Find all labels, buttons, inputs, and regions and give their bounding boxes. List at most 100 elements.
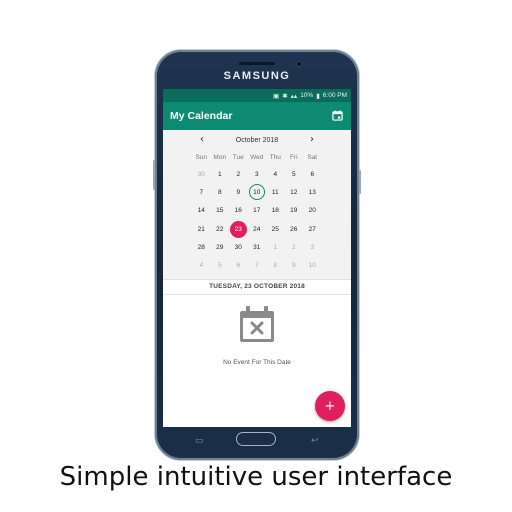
day-number: 11 — [271, 188, 279, 196]
day-number: 4 — [199, 262, 204, 270]
calendar-day[interactable]: 1 — [211, 165, 230, 183]
calendar-day[interactable]: 17 — [248, 202, 267, 220]
calendar-day[interactable]: 8 — [211, 183, 230, 201]
day-number: 1 — [273, 243, 278, 251]
calendar-day[interactable]: 19 — [285, 202, 304, 220]
app-title: My Calendar — [170, 110, 233, 122]
recent-apps-icon: ▭ — [195, 436, 204, 446]
brand-logo: SAMSUNG — [223, 70, 291, 82]
day-number: 7 — [199, 188, 204, 196]
calendar-day[interactable]: 10 — [248, 183, 267, 201]
day-number: 16 — [234, 207, 242, 215]
caption: Simple intuitive user interface — [59, 462, 453, 492]
calendar-grid: Sun Mon Tue Wed Thu Fri Sat 30 1 2 3 4 5 6 7 8 9 10 11 12 13… — [192, 150, 351, 275]
day-number: 2 — [236, 170, 241, 178]
day-number: 3 — [310, 243, 315, 251]
day-number: 21 — [197, 225, 205, 233]
calendar-day[interactable]: 21 — [192, 220, 211, 238]
calendar-view: ‹ October 2018 › Sun Mon Tue Wed Thu Fri Sat 30… — [163, 130, 351, 279]
bluetooth-icon: ✱ — [282, 92, 288, 100]
calendar-day[interactable]: 20 — [303, 202, 322, 220]
status-time: 6:00 PM — [322, 92, 347, 99]
calendar-day[interactable]: 30 — [192, 165, 211, 183]
weekday-header: Tue — [232, 154, 244, 161]
front-camera — [296, 61, 302, 67]
selected-date-label: TUESDAY, 23 OCTOBER 2018 — [163, 279, 351, 295]
calendar-day[interactable]: 18 — [266, 202, 285, 220]
day-number: 30 — [234, 243, 242, 251]
calendar-day[interactable]: 5 — [285, 165, 304, 183]
day-number: 12 — [290, 188, 298, 196]
calendar-day[interactable]: 30 — [229, 238, 248, 256]
day-number: 9 — [236, 188, 241, 196]
add-event-button[interactable]: + — [315, 391, 345, 421]
day-number: 8 — [273, 262, 278, 270]
calendar-day[interactable]: 16 — [229, 202, 248, 220]
calendar-day[interactable]: 4 — [266, 165, 285, 183]
day-number: 18 — [271, 207, 279, 215]
back-icon: ↩ — [311, 436, 319, 446]
calendar-day[interactable]: 10 — [303, 256, 322, 274]
home-button[interactable] — [236, 432, 276, 446]
day-number: 23 — [234, 225, 242, 233]
day-number: 17 — [253, 207, 261, 215]
calendar-day[interactable]: 26 — [285, 220, 304, 238]
calendar-day[interactable]: 9 — [229, 183, 248, 201]
calendar-day[interactable]: 2 — [285, 238, 304, 256]
day-number: 8 — [217, 188, 222, 196]
calendar-day[interactable]: 14 — [192, 202, 211, 220]
calendar-day[interactable]: 6 — [229, 256, 248, 274]
calendar-day[interactable]: 5 — [211, 256, 230, 274]
calendar-day[interactable]: 11 — [266, 183, 285, 201]
battery-percent: 10% — [300, 92, 314, 99]
calendar-day[interactable]: 31 — [248, 238, 267, 256]
calendar-day[interactable]: 4 — [192, 256, 211, 274]
calendar-day[interactable]: 15 — [211, 202, 230, 220]
calendar-day[interactable]: 9 — [285, 256, 304, 274]
day-number: 26 — [290, 225, 298, 233]
day-number: 22 — [216, 225, 224, 233]
app-bar: My Calendar — [163, 102, 351, 130]
calendar-day[interactable]: 1 — [266, 238, 285, 256]
day-number: 19 — [290, 207, 298, 215]
calendar-day[interactable]: 8 — [266, 256, 285, 274]
earpiece-speaker — [239, 62, 275, 65]
calendar-day[interactable]: 27 — [303, 220, 322, 238]
day-number: 10 — [253, 188, 261, 196]
sync-icon: ▣ — [273, 92, 280, 100]
day-number: 13 — [308, 188, 316, 196]
next-month-icon[interactable]: › — [306, 134, 318, 145]
calendar-day[interactable]: 2 — [229, 165, 248, 183]
day-number: 25 — [271, 225, 279, 233]
weekday-header: Mon — [213, 154, 227, 161]
weekday-header: Fri — [289, 154, 298, 161]
day-number: 9 — [291, 262, 296, 270]
calendar-icon[interactable] — [332, 110, 343, 121]
weekday-header: Sun — [195, 154, 208, 161]
calendar-day[interactable]: 24 — [248, 220, 267, 238]
calendar-remove-icon — [240, 306, 274, 342]
calendar-day[interactable]: 7 — [192, 183, 211, 201]
calendar-day[interactable]: 28 — [192, 238, 211, 256]
calendar-day[interactable]: 23 — [229, 220, 248, 238]
weekday-header: Thu — [269, 154, 281, 161]
calendar-day[interactable]: 12 — [285, 183, 304, 201]
calendar-day[interactable]: 3 — [303, 238, 322, 256]
signal-icon: ▴▴ — [290, 92, 298, 100]
calendar-day[interactable]: 3 — [248, 165, 267, 183]
calendar-day[interactable]: 7 — [248, 256, 267, 274]
calendar-day[interactable]: 6 — [303, 165, 322, 183]
calendar-day[interactable]: 29 — [211, 238, 230, 256]
calendar-day[interactable]: 25 — [266, 220, 285, 238]
day-number: 28 — [197, 243, 205, 251]
day-number: 15 — [216, 207, 224, 215]
calendar-day[interactable]: 22 — [211, 220, 230, 238]
empty-state-text: No Event For This Date — [223, 359, 291, 366]
day-number: 20 — [308, 207, 316, 215]
day-number: 10 — [308, 262, 316, 270]
previous-month-icon[interactable]: ‹ — [196, 134, 208, 145]
day-number: 27 — [308, 225, 316, 233]
weekday-header: Sat — [307, 154, 318, 161]
day-number: 29 — [216, 243, 224, 251]
calendar-day[interactable]: 13 — [303, 183, 322, 201]
